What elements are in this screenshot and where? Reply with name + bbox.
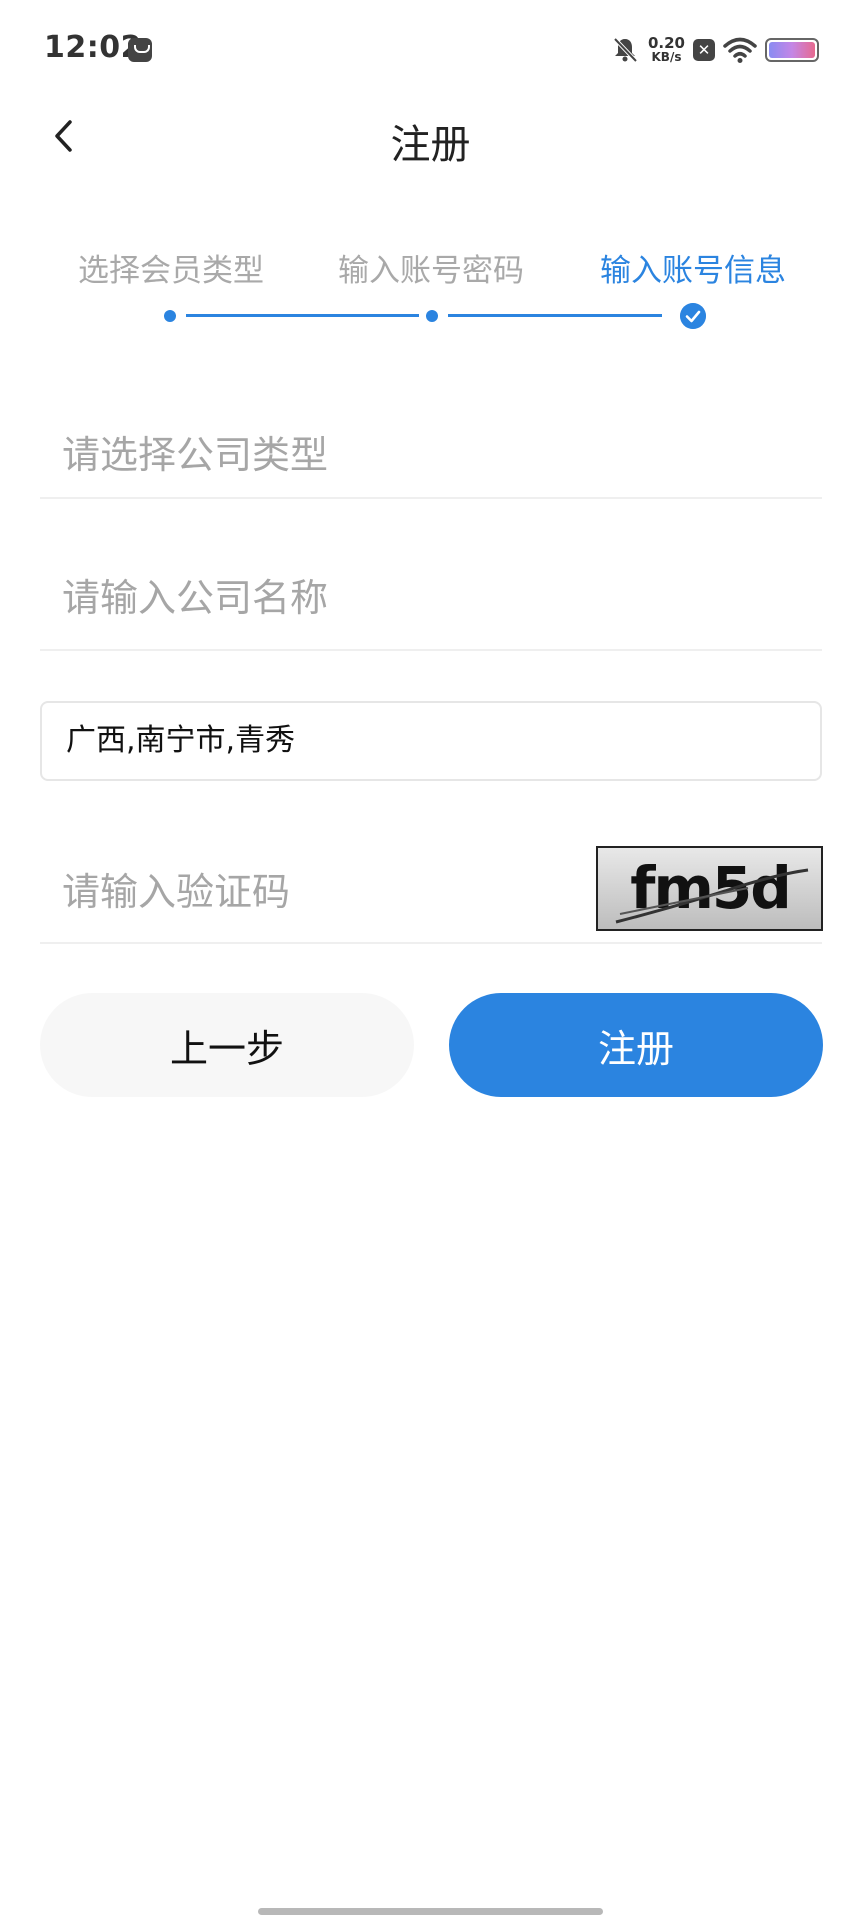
step-line-2 bbox=[448, 314, 662, 317]
company-type-field[interactable] bbox=[40, 420, 822, 490]
region-select[interactable]: 广西,南宁市,青秀 bbox=[40, 701, 822, 781]
company-name-divider bbox=[40, 649, 822, 651]
battery-level bbox=[769, 42, 815, 58]
company-name-field[interactable] bbox=[40, 563, 822, 633]
wifi-icon bbox=[723, 37, 757, 63]
captcha-graphic: fm5d bbox=[615, 854, 809, 924]
step-label-member-type: 选择会员类型 bbox=[78, 253, 264, 289]
battery-icon bbox=[765, 38, 819, 62]
captcha-divider bbox=[40, 942, 822, 944]
step-line-1 bbox=[186, 314, 419, 317]
mute-bell-icon bbox=[613, 37, 638, 63]
status-icons: 0.20 KB/s ✕ bbox=[610, 32, 819, 68]
step-check-icon bbox=[680, 303, 706, 329]
captcha-image[interactable]: fm5d bbox=[596, 846, 823, 931]
step-label-account-password: 输入账号密码 bbox=[338, 253, 524, 289]
company-type-input[interactable] bbox=[40, 420, 822, 490]
step-dot-2 bbox=[426, 310, 438, 322]
home-indicator[interactable] bbox=[258, 1908, 603, 1915]
register-button[interactable]: 注册 bbox=[449, 993, 823, 1097]
company-type-divider bbox=[40, 497, 822, 499]
prev-step-button[interactable]: 上一步 bbox=[40, 993, 414, 1097]
status-bar: 12:02 0.20 KB/s ✕ bbox=[0, 0, 861, 100]
page-title: 注册 bbox=[390, 122, 471, 168]
step-label-account-info: 输入账号信息 bbox=[600, 253, 786, 289]
net-speed-value: 0.20 bbox=[647, 34, 685, 52]
notification-app-icon bbox=[128, 38, 152, 62]
captcha-input[interactable] bbox=[40, 857, 580, 927]
company-name-input[interactable] bbox=[40, 563, 822, 633]
step-dot-1 bbox=[164, 310, 176, 322]
net-speed-unit: KB/s bbox=[651, 50, 682, 64]
net-speed: 0.20 KB/s bbox=[647, 34, 685, 65]
captcha-field[interactable] bbox=[40, 857, 580, 927]
close-badge-icon: ✕ bbox=[693, 39, 715, 61]
